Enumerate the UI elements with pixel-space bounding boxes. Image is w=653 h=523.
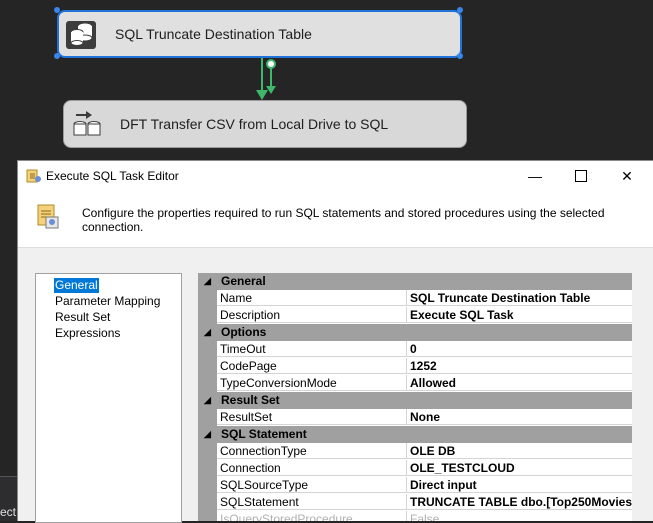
property-row[interactable]: TypeConversionMode Allowed bbox=[198, 375, 632, 392]
property-row[interactable]: Connection OLE_TESTCLOUD bbox=[198, 460, 632, 477]
property-name: TypeConversionMode bbox=[217, 375, 407, 391]
sql-task-icon bbox=[66, 21, 96, 49]
property-row[interactable]: SQLSourceType Direct input bbox=[198, 477, 632, 494]
close-icon: ✕ bbox=[621, 167, 633, 184]
property-row[interactable]: CodePage 1252 bbox=[198, 358, 632, 375]
category-label: Options bbox=[221, 325, 267, 339]
maximize-button[interactable] bbox=[558, 161, 604, 191]
property-name: SQLSourceType bbox=[217, 477, 407, 493]
property-row[interactable]: Description Execute SQL Task bbox=[198, 307, 632, 324]
category-result-set[interactable]: ◢ Result Set bbox=[198, 392, 632, 409]
category-label: SQL Statement bbox=[221, 427, 307, 441]
close-button[interactable]: ✕ bbox=[604, 161, 650, 191]
property-value[interactable]: OLE DB bbox=[407, 443, 632, 459]
maximize-icon bbox=[575, 170, 587, 182]
precedence-constraint-arrow[interactable] bbox=[252, 56, 282, 102]
dialog-header: Configure the properties required to run… bbox=[18, 191, 653, 248]
property-value[interactable]: Allowed bbox=[407, 375, 632, 391]
nav-result-set[interactable]: Result Set bbox=[54, 310, 111, 325]
property-name: ResultSet bbox=[217, 409, 407, 425]
property-name: SQLStatement bbox=[217, 494, 407, 510]
task-editor-icon bbox=[26, 169, 41, 183]
collapse-icon[interactable]: ◢ bbox=[204, 273, 211, 290]
category-label: General bbox=[221, 274, 266, 288]
property-row[interactable]: ConnectionType OLE DB bbox=[198, 443, 632, 460]
resize-handle[interactable] bbox=[457, 7, 463, 13]
property-row[interactable]: Name SQL Truncate Destination Table bbox=[198, 290, 632, 307]
property-value[interactable]: SQL Truncate Destination Table bbox=[407, 290, 632, 306]
title-bar[interactable]: Execute SQL Task Editor — ✕ bbox=[18, 161, 653, 191]
nav-expressions[interactable]: Expressions bbox=[54, 326, 121, 341]
property-name: Name bbox=[217, 290, 407, 306]
task-sql-truncate[interactable]: SQL Truncate Destination Table bbox=[57, 10, 462, 58]
nav-parameter-mapping[interactable]: Parameter Mapping bbox=[54, 294, 161, 309]
bottom-panel-edge: ect bbox=[0, 476, 17, 521]
property-value[interactable]: Execute SQL Task bbox=[407, 307, 632, 323]
category-general[interactable]: ◢ General bbox=[198, 273, 632, 290]
navigation-pane: General Parameter Mapping Result Set Exp… bbox=[35, 273, 182, 523]
property-name: CodePage bbox=[217, 358, 407, 374]
property-value[interactable]: 0 bbox=[407, 341, 632, 357]
resize-handle[interactable] bbox=[54, 7, 60, 13]
nav-general[interactable]: General bbox=[54, 278, 99, 293]
collapse-icon[interactable]: ◢ bbox=[204, 324, 211, 341]
dialog-description: Configure the properties required to run… bbox=[82, 206, 605, 234]
property-value[interactable]: None bbox=[407, 409, 632, 425]
property-name: TimeOut bbox=[217, 341, 407, 357]
collapse-icon[interactable]: ◢ bbox=[204, 392, 211, 409]
category-options[interactable]: ◢ Options bbox=[198, 324, 632, 341]
property-grid: ◢ General Name SQL Truncate Destination … bbox=[198, 273, 632, 521]
category-label: Result Set bbox=[221, 393, 280, 407]
task-doc-icon bbox=[37, 204, 59, 229]
task-label: SQL Truncate Destination Table bbox=[115, 26, 312, 42]
collapse-icon[interactable]: ◢ bbox=[204, 426, 211, 443]
window-title: Execute SQL Task Editor bbox=[46, 169, 179, 183]
data-flow-icon bbox=[73, 111, 101, 136]
property-row[interactable]: TimeOut 0 bbox=[198, 341, 632, 358]
execute-sql-task-editor: Execute SQL Task Editor — ✕ Configure th… bbox=[17, 160, 653, 523]
property-name: ConnectionType bbox=[217, 443, 407, 459]
property-name: Description bbox=[217, 307, 407, 323]
category-sql-statement[interactable]: ◢ SQL Statement bbox=[198, 426, 632, 443]
property-row[interactable]: ResultSet None bbox=[198, 409, 632, 426]
cut-off-text: ect bbox=[0, 505, 17, 519]
property-name: Connection bbox=[217, 460, 407, 476]
task-data-flow[interactable]: DFT Transfer CSV from Local Drive to SQL bbox=[63, 100, 467, 148]
minimize-icon: — bbox=[528, 168, 542, 184]
task-label: DFT Transfer CSV from Local Drive to SQL bbox=[120, 116, 389, 132]
resize-handle[interactable] bbox=[54, 53, 60, 59]
property-value[interactable]: Direct input bbox=[407, 477, 632, 493]
property-value[interactable]: 1252 bbox=[407, 358, 632, 374]
resize-handle[interactable] bbox=[457, 53, 463, 59]
property-value[interactable]: OLE_TESTCLOUD bbox=[407, 460, 632, 476]
minimize-button[interactable]: — bbox=[512, 161, 558, 191]
property-value[interactable]: TRUNCATE TABLE dbo.[Top250Movies]; bbox=[407, 494, 632, 510]
property-row[interactable]: SQLStatement TRUNCATE TABLE dbo.[Top250M… bbox=[198, 494, 632, 511]
